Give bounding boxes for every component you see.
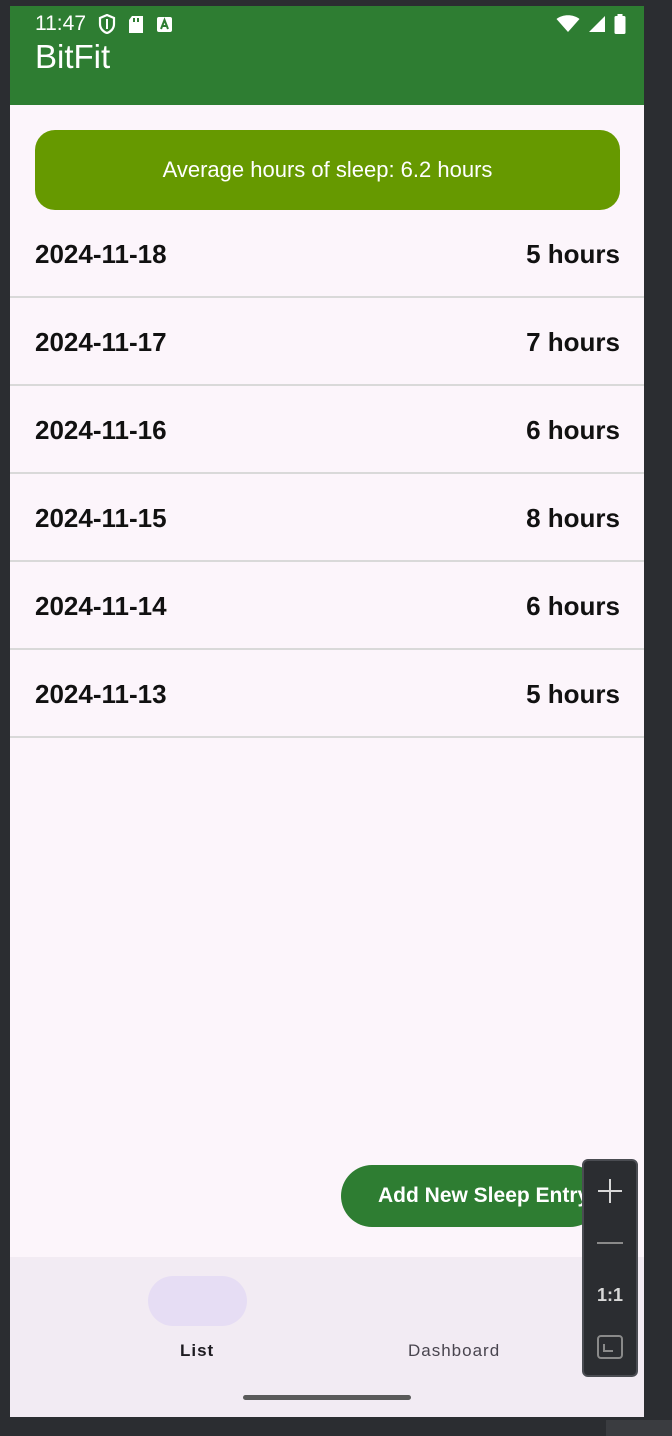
entry-date: 2024-11-17 [35,326,167,357]
phone-screen: 11:47 BitFit Average hours of sleep: 6.2… [10,6,644,1417]
a-box-icon [156,16,173,37]
list-item[interactable]: 2024-11-18 5 hours [10,210,644,298]
entry-hours: 8 hours [526,502,620,533]
entry-date: 2024-11-14 [35,590,167,621]
list-item[interactable]: 2024-11-16 6 hours [10,386,644,474]
list-item[interactable]: 2024-11-13 5 hours [10,650,644,738]
status-icons-right [556,14,626,38]
app-title: BitFit [35,38,111,75]
list-item[interactable]: 2024-11-15 8 hours [10,474,644,562]
battery-icon [614,14,626,38]
add-sleep-entry-label: Add New Sleep Entry [378,1184,590,1207]
entry-date: 2024-11-18 [35,238,167,269]
add-sleep-entry-button[interactable]: Add New Sleep Entry [341,1165,601,1227]
sleep-entry-list: 2024-11-18 5 hours 2024-11-17 7 hours 20… [10,210,644,738]
bottom-navigation: List Dashboard [10,1257,644,1417]
shield-icon [98,13,116,38]
zoom-fit-button[interactable] [584,1327,636,1367]
list-item[interactable]: 2024-11-17 7 hours [10,298,644,386]
entry-hours: 6 hours [526,590,620,621]
signal-icon [588,15,606,37]
average-sleep-text: Average hours of sleep: 6.2 hours [162,157,493,182]
status-time: 11:47 [35,12,86,35]
minus-icon [597,1242,623,1244]
entry-hours: 7 hours [526,326,620,357]
list-item[interactable]: 2024-11-14 6 hours [10,562,644,650]
emulator-corner [606,1420,672,1436]
zoom-in-button[interactable] [584,1171,636,1211]
home-indicator[interactable] [243,1395,411,1400]
entry-date: 2024-11-15 [35,502,167,533]
status-icons-left [98,13,173,38]
zoom-reset-button[interactable]: 1:1 [584,1275,636,1315]
plus-icon [598,1179,622,1203]
fit-screen-icon [597,1335,623,1359]
app-bar: 11:47 BitFit [10,6,644,105]
zoom-reset-label: 1:1 [596,1284,623,1305]
entry-hours: 6 hours [526,414,620,445]
average-sleep-banner: Average hours of sleep: 6.2 hours [35,130,620,210]
entry-date: 2024-11-16 [35,414,167,445]
entry-date: 2024-11-13 [35,678,167,709]
zoom-out-button[interactable] [584,1223,636,1263]
wifi-icon [556,15,580,37]
sd-card-icon [128,15,144,38]
nav-item-list[interactable]: List [180,1341,214,1361]
entry-hours: 5 hours [526,238,620,269]
nav-item-list-indicator[interactable] [148,1276,247,1326]
emulator-zoom-panel: 1:1 [582,1159,638,1377]
nav-item-dashboard[interactable]: Dashboard [408,1341,500,1361]
entry-hours: 5 hours [526,678,620,709]
